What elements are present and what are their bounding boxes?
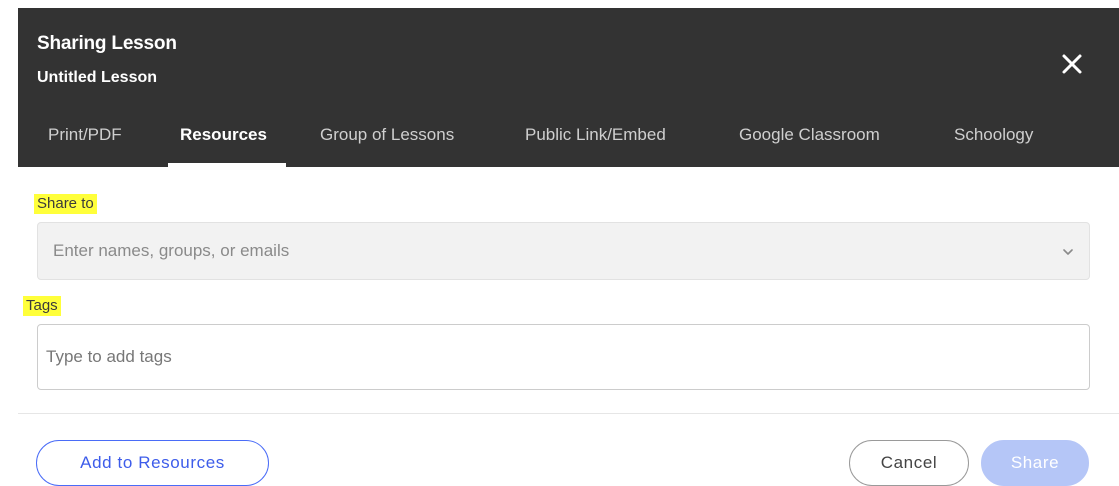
chevron-down-icon[interactable]	[1061, 245, 1075, 259]
share-to-label: Share to	[34, 194, 97, 214]
cancel-button[interactable]: Cancel	[849, 440, 969, 486]
tab-google-classroom[interactable]: Google Classroom	[739, 113, 880, 167]
share-button[interactable]: Share	[981, 440, 1089, 486]
add-to-resources-button[interactable]: Add to Resources	[36, 440, 269, 486]
share-lesson-dialog: Sharing Lesson Untitled Lesson Print/PDF…	[0, 0, 1119, 486]
tags-label: Tags	[23, 296, 61, 316]
close-icon[interactable]	[1058, 50, 1086, 78]
tab-schoology[interactable]: Schoology	[954, 113, 1033, 167]
footer-divider	[18, 413, 1119, 414]
share-to-placeholder: Enter names, groups, or emails	[53, 241, 290, 260]
tab-public-link-embed[interactable]: Public Link/Embed	[525, 113, 666, 167]
dialog-header: Sharing Lesson Untitled Lesson Print/PDF…	[18, 8, 1119, 167]
active-tab-indicator	[168, 163, 286, 167]
share-to-select[interactable]: Enter names, groups, or emails	[37, 222, 1090, 280]
tab-print-pdf[interactable]: Print/PDF	[48, 113, 122, 167]
tags-input[interactable]	[37, 324, 1090, 390]
tab-group-of-lessons[interactable]: Group of Lessons	[320, 113, 454, 167]
share-tabs: Print/PDF Resources Group of Lessons Pub…	[18, 113, 1119, 167]
tab-resources[interactable]: Resources	[180, 113, 267, 167]
dialog-title: Sharing Lesson	[37, 33, 177, 54]
lesson-name: Untitled Lesson	[37, 69, 158, 86]
